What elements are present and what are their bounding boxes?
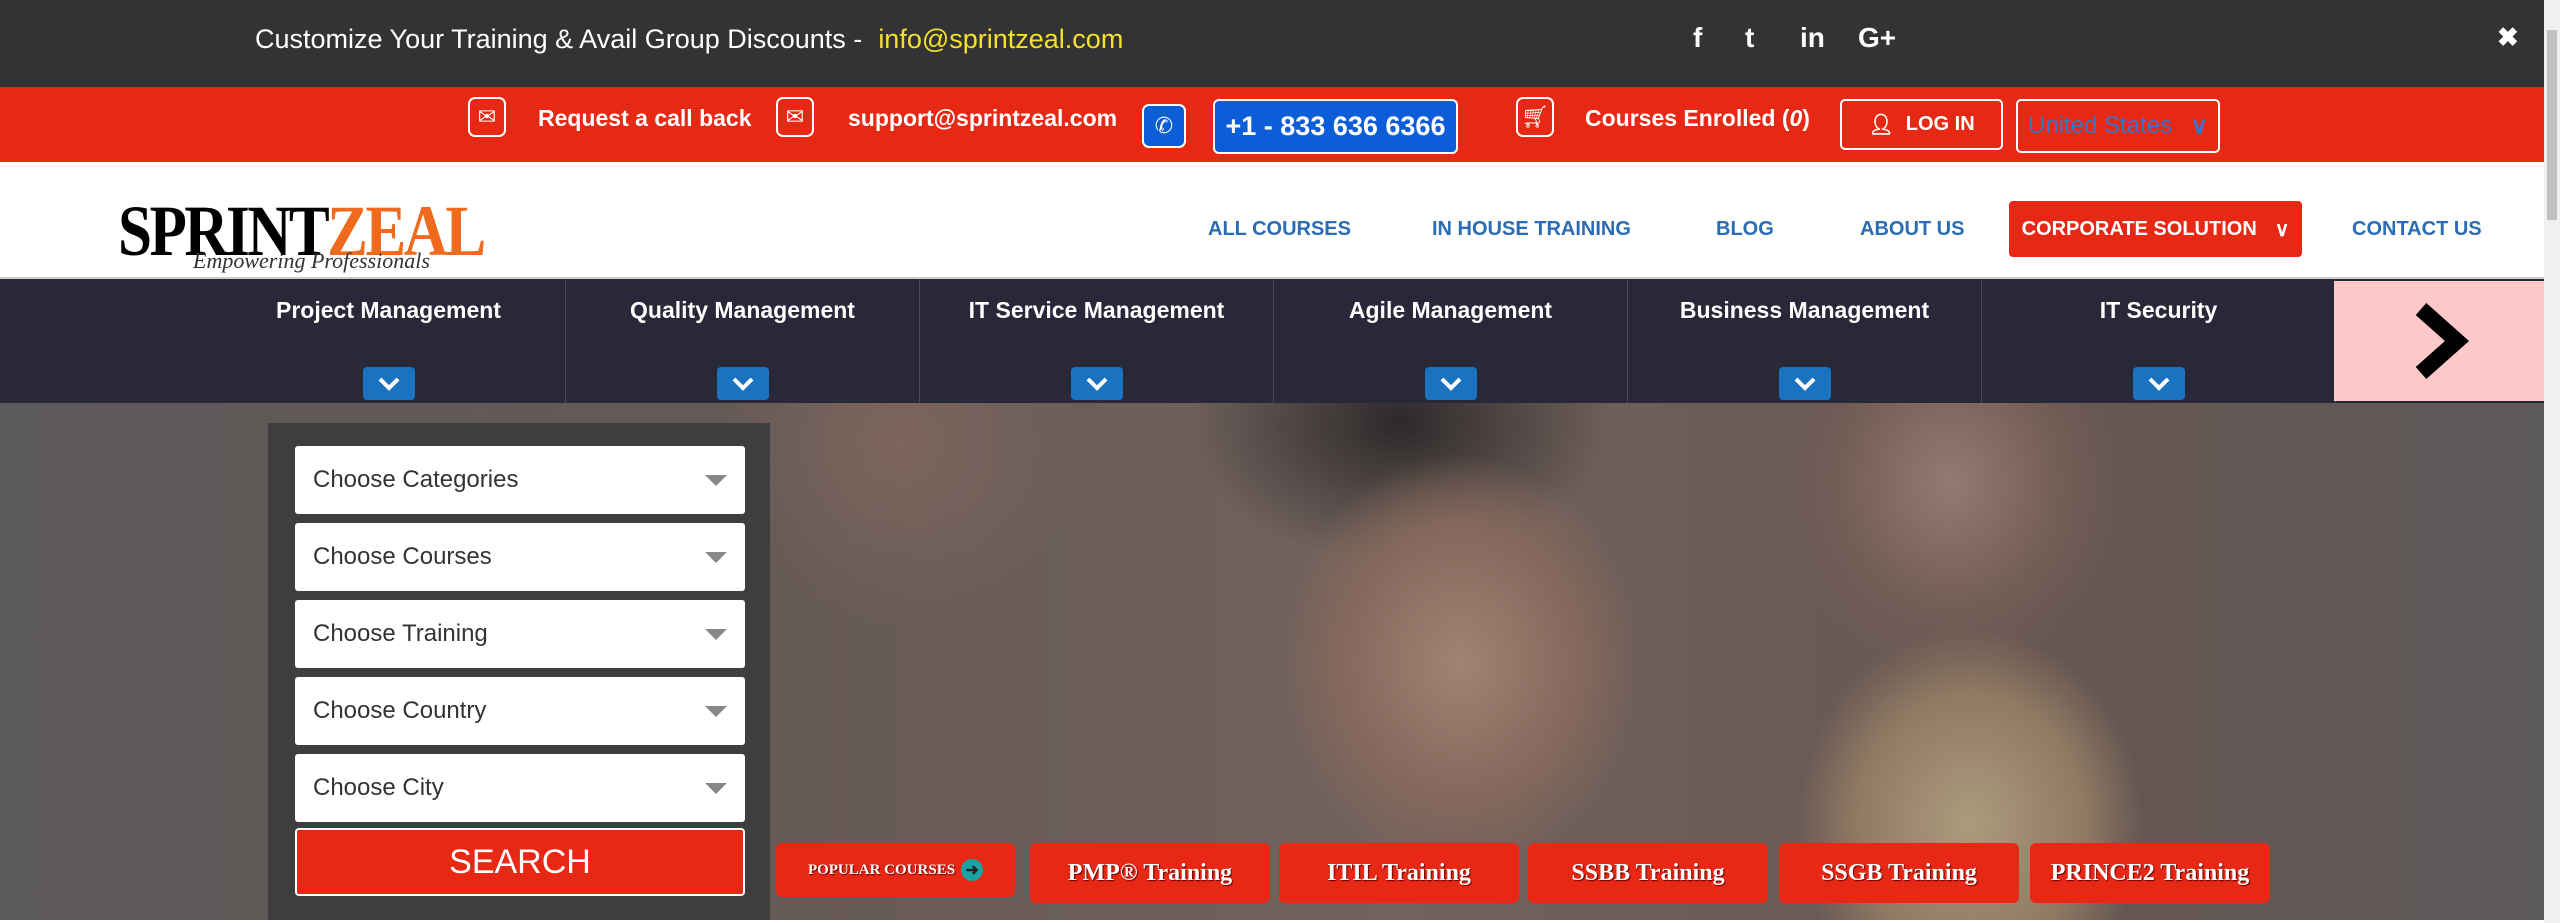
country-select[interactable]: United States ∨ <box>2016 99 2220 153</box>
linkedin-icon[interactable]: in <box>1800 22 1825 54</box>
category-it-service-management[interactable]: IT Service Management <box>920 279 1274 403</box>
nav-all-courses[interactable]: ALL COURSES <box>1208 218 1351 241</box>
popular-courses-button[interactable]: POPULAR COURSES ➜ <box>776 843 1015 897</box>
itil-training-button[interactable]: ITIL Training <box>1279 843 1519 903</box>
chevron-down-icon: ∨ <box>2190 112 2208 140</box>
request-callback-link[interactable]: Request a call back <box>538 105 752 132</box>
close-icon[interactable]: ✖ <box>2497 22 2519 53</box>
pmp-training-button[interactable]: PMP® Training <box>1030 843 1270 903</box>
mail-icon: ✉ <box>468 97 506 137</box>
mail-icon: ✉ <box>776 97 814 137</box>
phone-button[interactable]: +1 - 833 636 6366 <box>1213 99 1458 154</box>
dropdown-arrow-icon <box>705 705 727 717</box>
scrollbar[interactable] <box>2544 0 2560 923</box>
courses-select[interactable]: Choose Courses <box>295 523 745 591</box>
category-it-security[interactable]: IT Security <box>1982 279 2336 403</box>
login-label: LOG IN <box>1905 113 1975 135</box>
hero-banner: Choose Categories Choose Courses Choose … <box>0 403 2544 920</box>
category-bar: Project Management Quality Management IT… <box>0 279 2544 403</box>
category-quality-management[interactable]: Quality Management <box>566 279 920 403</box>
nav-blog[interactable]: BLOG <box>1716 218 1774 241</box>
dropdown-arrow-icon <box>705 628 727 640</box>
course-search-panel: Choose Categories Choose Courses Choose … <box>268 423 770 920</box>
category-agile-management[interactable]: Agile Management <box>1274 279 1628 403</box>
facebook-icon[interactable]: f <box>1693 22 1702 54</box>
cart-icon[interactable]: 🛒︎ <box>1516 97 1554 137</box>
enrolled-count: 0 <box>1789 105 1803 131</box>
country-select[interactable]: Choose Country <box>295 677 745 745</box>
user-icon: 👤︎ <box>1868 114 1894 136</box>
chevron-down-icon[interactable] <box>717 367 769 400</box>
country-value: United States <box>2028 112 2173 139</box>
dropdown-arrow-icon <box>705 474 727 486</box>
login-button[interactable]: 👤︎ LOG IN <box>1840 99 2003 150</box>
courses-enrolled[interactable]: Courses Enrolled (0) <box>1585 105 1810 132</box>
info-email-link[interactable]: info@sprintzeal.com <box>878 24 1123 54</box>
category-business-management[interactable]: Business Management <box>1628 279 1982 403</box>
search-button[interactable]: SEARCH <box>295 828 745 896</box>
scrollbar-thumb[interactable] <box>2547 30 2557 220</box>
main-nav: SPRINTZEAL Empowering Professionals ALL … <box>0 162 2544 279</box>
phone-icon: ✆ <box>1142 104 1186 148</box>
promo-label: Customize Your Training & Avail Group Di… <box>255 24 863 54</box>
chevron-down-icon[interactable] <box>1425 367 1477 400</box>
ssbb-training-button[interactable]: SSBB Training <box>1528 843 1768 903</box>
chevron-down-icon[interactable] <box>363 367 415 400</box>
courses-enrolled-label: Courses Enrolled <box>1585 105 1776 131</box>
prince2-training-button[interactable]: PRINCE2 Training <box>2030 843 2270 903</box>
dropdown-arrow-icon <box>705 782 727 794</box>
dropdown-arrow-icon <box>705 551 727 563</box>
chevron-down-icon[interactable] <box>1779 367 1831 400</box>
support-email-link[interactable]: support@sprintzeal.com <box>848 105 1117 132</box>
nav-about-us[interactable]: ABOUT US <box>1860 218 1964 241</box>
google-plus-icon[interactable]: G+ <box>1858 22 1896 54</box>
contact-bar: ✉ Request a call back ✉ support@sprintze… <box>0 87 2544 162</box>
ssgb-training-button[interactable]: SSGB Training <box>1779 843 2019 903</box>
chevron-down-icon: ∨ <box>2274 218 2290 241</box>
arrow-right-icon: ➜ <box>961 859 984 881</box>
corporate-solution-button[interactable]: CORPORATE SOLUTION ∨ <box>2009 201 2302 257</box>
category-project-management[interactable]: Project Management <box>212 279 566 403</box>
next-category-button[interactable] <box>2334 281 2544 401</box>
nav-in-house-training[interactable]: IN HOUSE TRAINING <box>1432 218 1631 241</box>
chevron-down-icon[interactable] <box>2133 367 2185 400</box>
city-select[interactable]: Choose City <box>295 754 745 822</box>
chevron-right-icon <box>2415 303 2469 379</box>
corporate-solution-label: CORPORATE SOLUTION <box>2021 217 2257 240</box>
nav-contact-us[interactable]: CONTACT US <box>2352 218 2482 241</box>
training-select[interactable]: Choose Training <box>295 600 745 668</box>
sprintzeal-logo[interactable]: SPRINTZEAL Empowering Professionals <box>118 170 486 278</box>
twitter-icon[interactable]: t <box>1745 22 1754 54</box>
chevron-down-icon[interactable] <box>1071 367 1123 400</box>
promo-text: Customize Your Training & Avail Group Di… <box>255 24 1123 55</box>
promo-bar: Customize Your Training & Avail Group Di… <box>0 0 2544 87</box>
categories-select[interactable]: Choose Categories <box>295 446 745 514</box>
